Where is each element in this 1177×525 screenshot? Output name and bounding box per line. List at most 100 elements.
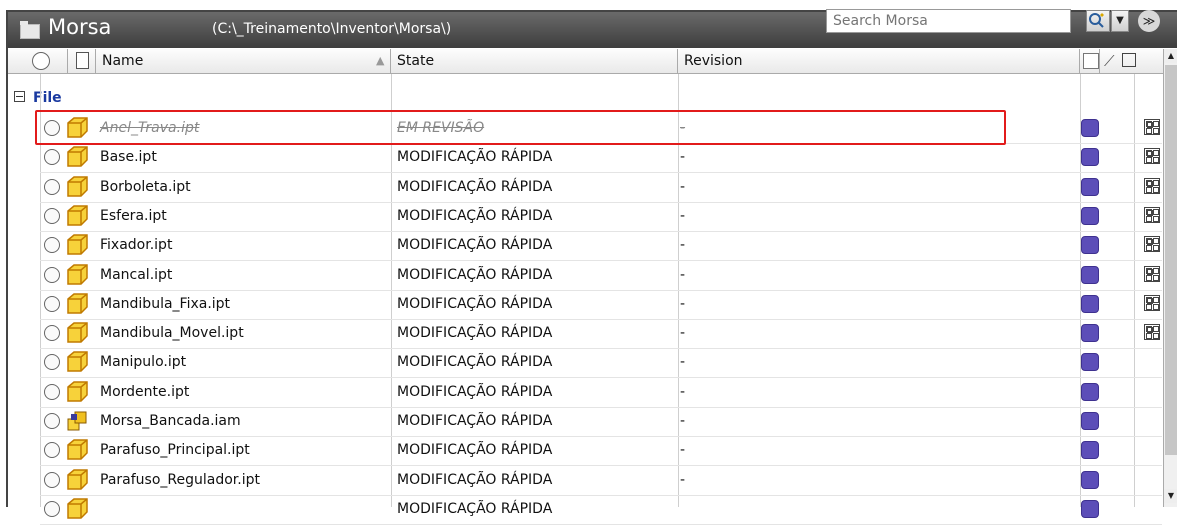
part-icon	[66, 146, 88, 168]
column-header: Name ▲ State Revision ⟋	[8, 49, 1163, 74]
status-radio-icon[interactable]	[44, 178, 60, 195]
file-state: MODIFICAÇÃO RÁPIDA	[397, 295, 553, 312]
file-name: Parafuso_Principal.ipt	[100, 442, 250, 459]
file-revision: -	[680, 178, 686, 195]
table-row[interactable]: Manipulo.ipt MODIFICAÇÃO RÁPIDA -	[40, 348, 1162, 379]
grid-icon[interactable]	[1144, 148, 1160, 165]
search-box[interactable]	[826, 9, 1071, 33]
part-icon	[66, 322, 88, 343]
part-icon	[66, 439, 88, 461]
vertical-scrollbar[interactable]: ▲ ▼	[1163, 49, 1177, 507]
grid-icon[interactable]	[1144, 119, 1160, 135]
file-state: MODIFICAÇÃO RÁPIDA	[397, 413, 553, 429]
tag-icon: ⟋	[1104, 52, 1115, 70]
file-state: MODIFICAÇÃO RÁPIDA	[397, 383, 553, 400]
table-row[interactable]: Mandibula_Movel.ipt MODIFICAÇÃO RÁPIDA -	[40, 319, 1162, 350]
status-radio-icon[interactable]	[44, 295, 60, 312]
status-radio-icon[interactable]	[44, 237, 60, 254]
part-icon	[66, 205, 88, 226]
status-radio-icon[interactable]	[44, 325, 60, 342]
part-icon	[66, 380, 88, 402]
file-name: Esfera.ipt	[100, 207, 167, 224]
grid-icon[interactable]	[1144, 177, 1160, 194]
table-row[interactable]: Parafuso_Regulador.ipt MODIFICAÇÃO RÁPIDA…	[40, 466, 1162, 496]
scroll-up-icon[interactable]: ▲	[1164, 49, 1177, 63]
vault-status-icon[interactable]	[1081, 353, 1099, 372]
status-radio-icon[interactable]	[44, 266, 60, 283]
header-icons-column[interactable]: ⟋	[1100, 49, 1142, 73]
part-icon	[66, 175, 88, 197]
vault-status-icon[interactable]	[1081, 382, 1099, 401]
file-state: MODIFICAÇÃO RÁPIDA	[397, 471, 553, 488]
vault-status-icon[interactable]	[1081, 236, 1099, 255]
search-options-icon[interactable]	[1086, 10, 1110, 32]
file-name: Fixador.ipt	[100, 237, 173, 254]
file-name: Mandibula_Movel.ipt	[100, 325, 244, 342]
status-radio-icon[interactable]	[44, 471, 60, 488]
vault-status-icon[interactable]	[1081, 324, 1099, 343]
grid-icon[interactable]	[1144, 206, 1160, 223]
table-row[interactable]: Fixador.ipt MODIFICAÇÃO RÁPIDA -	[40, 231, 1162, 262]
file-state: MODIFICAÇÃO RÁPIDA	[397, 207, 553, 224]
status-radio-icon[interactable]	[44, 207, 60, 224]
scroll-down-icon[interactable]: ▼	[1164, 489, 1177, 503]
folder-path: (C:\_Treinamento\Inventor\Morsa\)	[212, 21, 452, 37]
vault-status-icon[interactable]	[1081, 294, 1099, 313]
table-row[interactable]: Parafuso_Principal.ipt MODIFICAÇÃO RÁPIDA…	[40, 436, 1162, 467]
grid-icon[interactable]	[1144, 236, 1160, 253]
header-status-column[interactable]	[8, 49, 68, 73]
vault-status-icon[interactable]	[1081, 412, 1099, 430]
table-row[interactable]: MODIFICAÇÃO RÁPIDA	[40, 495, 1162, 525]
file-name: Morsa_Bancada.iam	[100, 413, 241, 429]
expand-icon[interactable]: ≫	[1138, 10, 1160, 32]
part-icon	[66, 234, 88, 255]
file-revision: -	[680, 383, 686, 400]
table-row[interactable]: Mordente.ipt MODIFICAÇÃO RÁPIDA -	[40, 378, 1162, 408]
header-revision-label: Revision	[684, 53, 743, 69]
table-row[interactable]: Esfera.ipt MODIFICAÇÃO RÁPIDA -	[40, 202, 1162, 232]
header-type-column[interactable]	[68, 49, 96, 73]
table-row[interactable]: Base.ipt MODIFICAÇÃO RÁPIDA -	[40, 143, 1162, 174]
group-file[interactable]: File	[14, 90, 62, 108]
part-icon	[66, 263, 88, 285]
status-radio-icon[interactable]	[44, 383, 60, 400]
file-revision: -	[680, 266, 686, 283]
status-radio-icon[interactable]	[44, 149, 60, 166]
status-radio-icon[interactable]	[44, 413, 60, 429]
vault-status-icon[interactable]	[1081, 441, 1099, 460]
header-checkbox-column[interactable]	[1080, 49, 1100, 73]
status-radio-icon[interactable]	[44, 500, 60, 517]
vault-status-icon[interactable]	[1081, 177, 1099, 196]
scroll-thumb[interactable]	[1165, 65, 1177, 455]
search-dropdown-icon[interactable]: ▼	[1111, 10, 1129, 32]
vault-status-icon[interactable]	[1081, 265, 1099, 284]
table-row[interactable]: Borboleta.ipt MODIFICAÇÃO RÁPIDA -	[40, 173, 1162, 203]
table-row[interactable]: Mandibula_Fixa.ipt MODIFICAÇÃO RÁPIDA -	[40, 290, 1162, 320]
file-revision: -	[680, 295, 686, 312]
collapse-icon[interactable]	[14, 91, 25, 102]
grid-icon[interactable]	[1144, 265, 1160, 282]
header-name[interactable]: Name ▲	[96, 49, 391, 73]
folder-icon	[20, 21, 40, 39]
table-row[interactable]: Mancal.ipt MODIFICAÇÃO RÁPIDA -	[40, 261, 1162, 291]
grid-icon[interactable]	[1144, 294, 1160, 311]
assembly-icon	[66, 410, 88, 431]
vault-status-icon[interactable]	[1081, 206, 1099, 225]
window-title: Morsa	[48, 15, 112, 39]
status-radio-icon[interactable]	[44, 442, 60, 459]
vault-status-icon[interactable]	[1081, 470, 1099, 489]
file-revision: -	[680, 413, 686, 429]
header-state[interactable]: State	[391, 49, 678, 73]
header-radio-icon	[32, 52, 50, 70]
search-input[interactable]	[827, 10, 1039, 32]
part-icon	[66, 351, 88, 373]
file-state: MODIFICAÇÃO RÁPIDA	[397, 237, 553, 254]
table-row[interactable]: Morsa_Bancada.iam MODIFICAÇÃO RÁPIDA -	[40, 407, 1162, 437]
vault-status-icon[interactable]	[1081, 119, 1099, 137]
grid-icon[interactable]	[1144, 324, 1160, 341]
status-radio-icon[interactable]	[44, 354, 60, 371]
header-revision[interactable]: Revision	[678, 49, 1080, 73]
checkbox-icon	[1083, 53, 1099, 69]
vault-status-icon[interactable]	[1081, 148, 1099, 167]
vault-status-icon[interactable]	[1081, 499, 1099, 518]
